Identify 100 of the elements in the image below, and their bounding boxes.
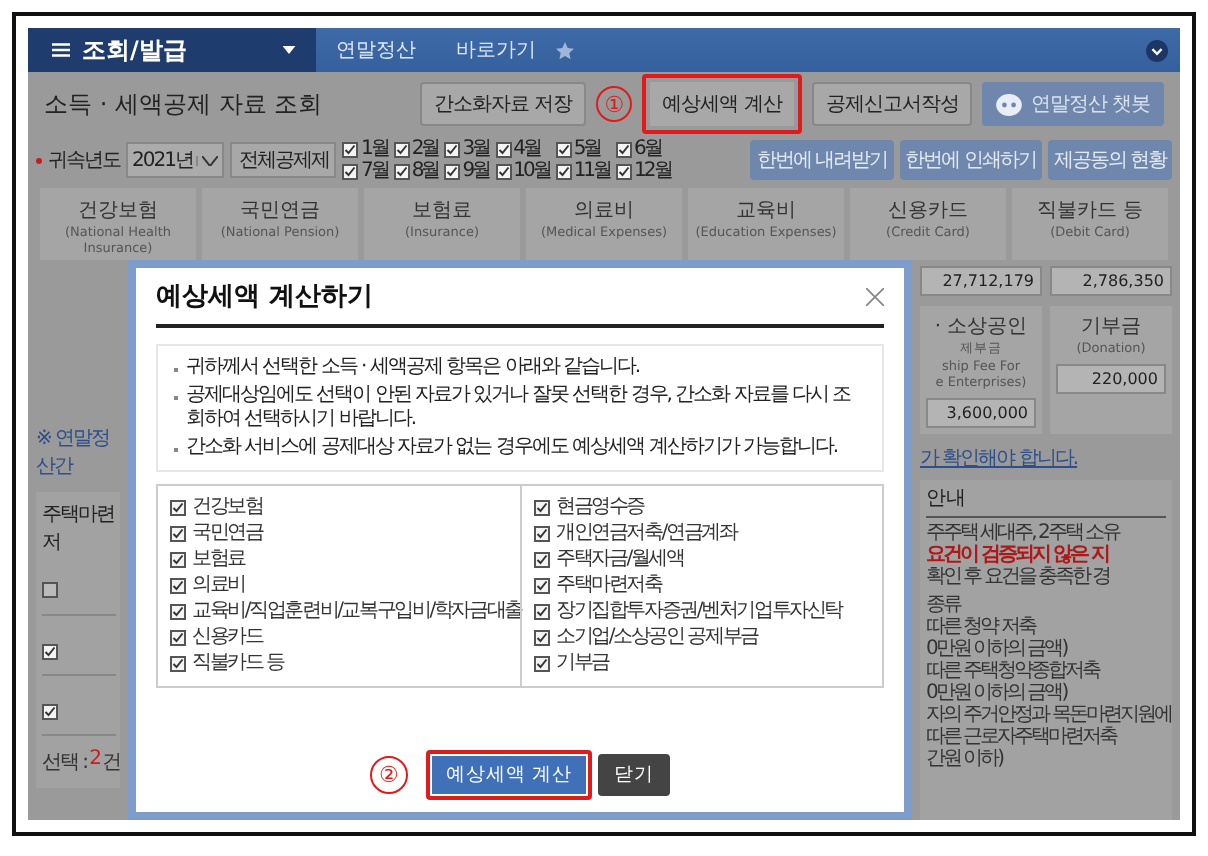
month-checkbox[interactable]	[393, 141, 410, 157]
menu-icon	[52, 42, 70, 58]
selection-unit: 건	[101, 750, 120, 776]
robot-icon	[996, 93, 1023, 115]
year-label: 귀속년도	[48, 148, 120, 174]
item-label: 장기집합투자증권/벤처기업투자신탁	[556, 600, 842, 624]
action-button[interactable]: 제공동의 현황	[1047, 140, 1172, 180]
chevron-down-icon[interactable]	[1146, 39, 1168, 61]
month-checkbox[interactable]	[495, 163, 512, 179]
card-title: 의료비	[574, 198, 634, 224]
month-label: 5월	[573, 138, 601, 160]
action-button[interactable]: 한번에 인쇄하기	[899, 140, 1042, 180]
menu-label: 조회/발급	[82, 33, 189, 67]
info-text: 주주택 세대주, 2주택 소유	[926, 522, 1123, 544]
amount-field: 220,000	[1056, 364, 1166, 394]
info-text: 종류	[926, 594, 963, 616]
selection-count: 2	[89, 748, 100, 774]
item-label: 국민연금	[192, 522, 263, 546]
amount-field: 3,600,000	[926, 398, 1036, 428]
info-text: 0만원 이하의 금액)	[926, 682, 1070, 704]
item-checkbox[interactable]	[170, 604, 186, 620]
item-checkbox[interactable]	[534, 578, 550, 594]
notice-link[interactable]: 가 확인해야 합니다.	[920, 444, 1172, 472]
info-text: 따른 근로자주택마련저축	[926, 726, 1120, 748]
item-checkbox[interactable]	[534, 552, 550, 568]
item-checkbox[interactable]	[170, 656, 186, 672]
card-title: 직불카드 등	[1036, 198, 1144, 224]
dialog-title: 예상세액 계산하기	[156, 280, 374, 314]
info-text: 자의 주거안정과 목돈마련지원에	[926, 704, 1166, 726]
month-checkbox[interactable]	[393, 163, 410, 179]
clear-button[interactable]: 전체공제제	[230, 142, 337, 178]
caret-icon	[196, 155, 219, 165]
year-select[interactable]: 2021년	[126, 142, 225, 178]
month-checkbox[interactable]	[342, 163, 359, 179]
month-label: 7월	[360, 160, 388, 182]
item-label: 기부금	[556, 652, 609, 676]
info-text: 확인 후 요건을 충족한 경	[926, 566, 1112, 588]
item-label: 신용카드	[192, 626, 263, 650]
item-label: 주택마련저축	[556, 574, 662, 598]
item-checkbox[interactable]	[534, 604, 550, 620]
item-checkbox[interactable]	[170, 630, 186, 646]
info-text: 요건이 검증되지 않은 지	[926, 544, 1111, 566]
item-checkbox[interactable]	[170, 578, 186, 594]
item-label: 주택자금/월세액	[556, 548, 684, 572]
card-title: 보험료	[412, 198, 472, 224]
action-button[interactable]: 한번에 내려받기	[750, 140, 894, 180]
card-title: 건강보험	[78, 198, 158, 224]
item-checkbox[interactable]	[170, 552, 186, 568]
month-checkbox[interactable]	[444, 163, 461, 179]
chatbot-button[interactable]: 연말정산 챗봇	[982, 82, 1164, 126]
info-text: 0만원 이하의 금액)	[926, 638, 1070, 660]
notice-text: 공제대상임에도 선택이 안된 자료가 있거나 잘못 선택한 경우, 간소화 자료를 다시 조회하여 선택하시기 바랍니다.	[186, 384, 853, 432]
panel-title: 주택마련저	[42, 502, 116, 556]
notice-link[interactable]: ※ 연말정산간	[36, 424, 120, 480]
close-icon[interactable]	[866, 287, 884, 305]
month-checkbox[interactable]	[444, 141, 461, 157]
month-label: 8월	[411, 160, 439, 182]
month-label: 3월	[462, 138, 490, 160]
header-button[interactable]: 간소화자료 저장	[419, 82, 587, 126]
menu-dropdown[interactable]: 조회/발급	[28, 28, 316, 72]
item-checkbox[interactable]	[534, 630, 550, 646]
calculate-button[interactable]: 예상세액 계산	[425, 750, 593, 800]
item-label: 직불카드 등	[192, 652, 284, 676]
item-checkbox[interactable]	[534, 656, 550, 672]
month-label: 10월	[513, 160, 550, 182]
month-label: 4월	[513, 138, 540, 160]
amount-field: 27,712,179	[920, 266, 1042, 296]
item-label: 보험료	[192, 548, 245, 572]
breadcrumb-link[interactable]: 바로가기	[436, 36, 556, 64]
page-title: 소득 · 세액공제 자료 조회	[44, 87, 323, 121]
month-checkbox[interactable]	[555, 163, 572, 179]
star-icon[interactable]	[556, 41, 574, 59]
row-checkbox[interactable]	[42, 582, 58, 598]
month-checkbox[interactable]	[495, 141, 512, 157]
row-checkbox[interactable]	[42, 704, 58, 720]
card-text: · 소상공인	[934, 314, 1028, 340]
info-text: 따른 청약 저축	[926, 616, 1038, 638]
item-label: 건강보험	[192, 496, 263, 520]
row-checkbox[interactable]	[42, 644, 58, 660]
month-checkbox[interactable]	[616, 141, 633, 157]
month-checkbox[interactable]	[555, 141, 572, 157]
close-button[interactable]: 닫기	[598, 754, 671, 796]
breadcrumb-link[interactable]: 연말정산	[316, 36, 436, 64]
header-button[interactable]: 예상세액 계산	[642, 74, 802, 134]
month-label: 9월	[462, 160, 490, 182]
notice-text: 간소화 서비스에 공제대상 자료가 없는 경우에도 예상세액 계산하기가 가능합니다.	[186, 436, 838, 460]
item-label: 현금영수증	[556, 496, 645, 520]
month-label: 11월	[573, 160, 611, 182]
month-checkbox[interactable]	[616, 163, 633, 179]
item-checkbox[interactable]	[170, 500, 186, 516]
item-checkbox[interactable]	[534, 526, 550, 542]
item-label: 교육비/직업훈련비/교복구입비/학자금대출	[192, 600, 522, 624]
item-checkbox[interactable]	[170, 526, 186, 542]
month-label: 2월	[411, 138, 439, 160]
card-title: 신용카드	[888, 198, 968, 224]
item-checkbox[interactable]	[534, 500, 550, 516]
header-button[interactable]: 공제신고서작성	[811, 82, 973, 126]
amount-field: 2,786,350	[1050, 266, 1172, 296]
selection-label: 선택 :	[42, 750, 88, 776]
month-checkbox[interactable]	[342, 141, 359, 157]
